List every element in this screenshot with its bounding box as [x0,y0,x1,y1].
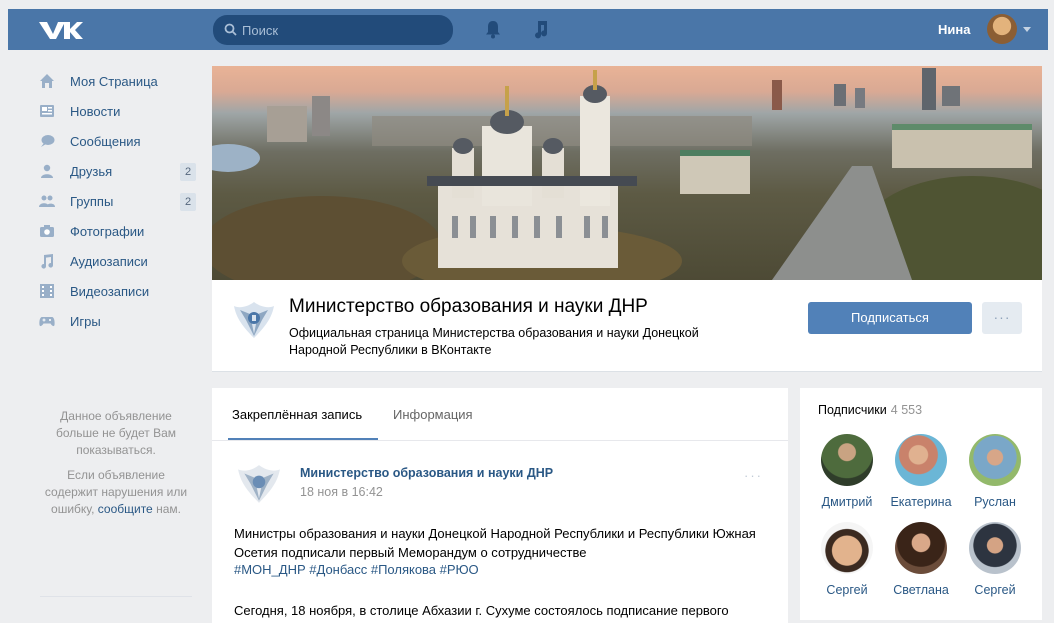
sidebar-item-label: Моя Страница [70,73,158,89]
group-description: Официальная страница Министерства образо… [289,326,699,357]
bell-icon[interactable] [484,20,502,39]
sidebar-item-groups[interactable]: Группы 2 [28,186,198,216]
sidebar-item-video[interactable]: Видеозаписи [28,276,198,306]
camera-icon [40,225,54,237]
sidebar-item-news[interactable]: Новости [28,96,198,126]
divider [40,596,192,597]
subscriber-item[interactable]: Дмитрий [810,434,884,509]
post-author-avatar[interactable] [234,461,284,507]
user-avatar[interactable] [987,14,1017,44]
subscriber-avatar [895,434,947,486]
messages-icon [41,135,55,147]
post-tabs: Закреплённая запись Информация [212,388,788,441]
chevron-down-icon[interactable] [1023,27,1031,32]
ad-report-suffix: нам. [156,502,181,516]
group-title: Министерство образования и науки ДНР [289,296,648,317]
search-placeholder: Поиск [242,23,279,38]
post-date[interactable]: 18 ноя в 16:42 [300,485,383,499]
friends-count-badge: 2 [180,163,196,181]
subscribers-card: Подписчики 4 553 Дмитрий Екатерина Руслан… [800,388,1042,620]
sidebar-item-label: Сообщения [70,133,141,149]
tab-pinned-post[interactable]: Закреплённая запись [232,407,362,422]
sidebar-item-friends[interactable]: Друзья 2 [28,156,198,186]
ad-hidden-notice: Данное объявление больше не будет Вам по… [40,408,192,518]
sidebar-item-my-page[interactable]: Моя Страница [28,66,198,96]
post-hashtags[interactable]: #МОН_ДНР #Донбасс #Полякова #РЮО [234,562,479,577]
subscriber-name: Сергей [974,583,1016,597]
subscribers-header[interactable]: Подписчики 4 553 [818,403,922,417]
groups-icon [39,195,55,207]
search-input[interactable]: Поиск [213,15,453,45]
subscriber-item[interactable]: Сергей [958,522,1032,597]
friends-icon [41,164,53,178]
pinned-post-card: Закреплённая запись Информация Министерс… [212,388,788,623]
ad-notice-text: Данное объявление больше не будет Вам по… [55,409,177,457]
home-icon [40,74,54,88]
group-cover-image [212,66,1042,280]
subscriber-avatar [969,434,1021,486]
video-icon [40,284,54,298]
music-icon[interactable] [531,19,549,39]
report-link[interactable]: сообщите [98,502,153,516]
sidebar: Моя Страница Новости Сообщения Друзья 2 … [28,66,198,336]
top-header: Поиск Нина [8,9,1048,50]
more-actions-button[interactable]: ··· [982,302,1022,334]
groups-count-badge: 2 [180,193,196,211]
post-text: Министры образования и науки Донецкой На… [234,526,756,560]
post-menu-button[interactable]: ··· [744,468,763,483]
sidebar-item-label: Новости [70,103,121,119]
subscriber-avatar [821,434,873,486]
subscriber-item[interactable]: Светлана [884,522,958,597]
subscriber-item[interactable]: Руслан [958,434,1032,509]
sidebar-item-audio[interactable]: Аудиозаписи [28,246,198,276]
ad-report-text: Если объявление содержит нарушения или о… [40,467,192,518]
subscriber-name: Дмитрий [821,495,873,509]
gamepad-icon [39,317,55,327]
subscribers-count: 4 553 [890,403,923,417]
sidebar-item-label: Аудиозаписи [70,253,148,269]
subscriber-avatar [895,522,947,574]
subscriber-avatar [969,522,1021,574]
sidebar-item-label: Игры [70,313,101,329]
sidebar-item-label: Фотографии [70,223,145,239]
post-text-continued: Сегодня, 18 ноября, в столице Абхазии г.… [234,603,729,618]
subscribers-title: Подписчики [818,403,887,417]
subscriber-avatar [821,522,873,574]
post-author-link[interactable]: Министерство образования и науки ДНР [300,466,553,480]
city-cathedral-illustration [212,68,1042,280]
subscriber-name: Руслан [974,495,1016,509]
subscriber-name: Сергей [826,583,868,597]
group-header-card: Министерство образования и науки ДНР Офи… [212,280,1042,372]
subscriber-name: Екатерина [890,495,952,509]
sidebar-item-label: Группы [70,193,114,209]
news-icon [40,105,54,117]
user-name[interactable]: Нина [938,22,970,37]
sidebar-item-photos[interactable]: Фотографии [28,216,198,246]
subscriber-name: Светлана [893,583,949,597]
sidebar-item-label: Видеозаписи [70,283,150,299]
sidebar-item-messages[interactable]: Сообщения [28,126,198,156]
vk-logo-icon[interactable] [36,18,84,42]
tab-info[interactable]: Информация [393,407,473,422]
subscribe-button[interactable]: Подписаться [808,302,972,334]
music-icon [41,254,54,269]
subscriber-item[interactable]: Сергей [810,522,884,597]
subscriber-item[interactable]: Екатерина [884,434,958,509]
sidebar-item-games[interactable]: Игры [28,306,198,336]
sidebar-item-label: Друзья [70,163,113,179]
active-tab-indicator [228,438,378,440]
search-icon [224,23,237,36]
ministry-emblem-icon [234,302,274,338]
